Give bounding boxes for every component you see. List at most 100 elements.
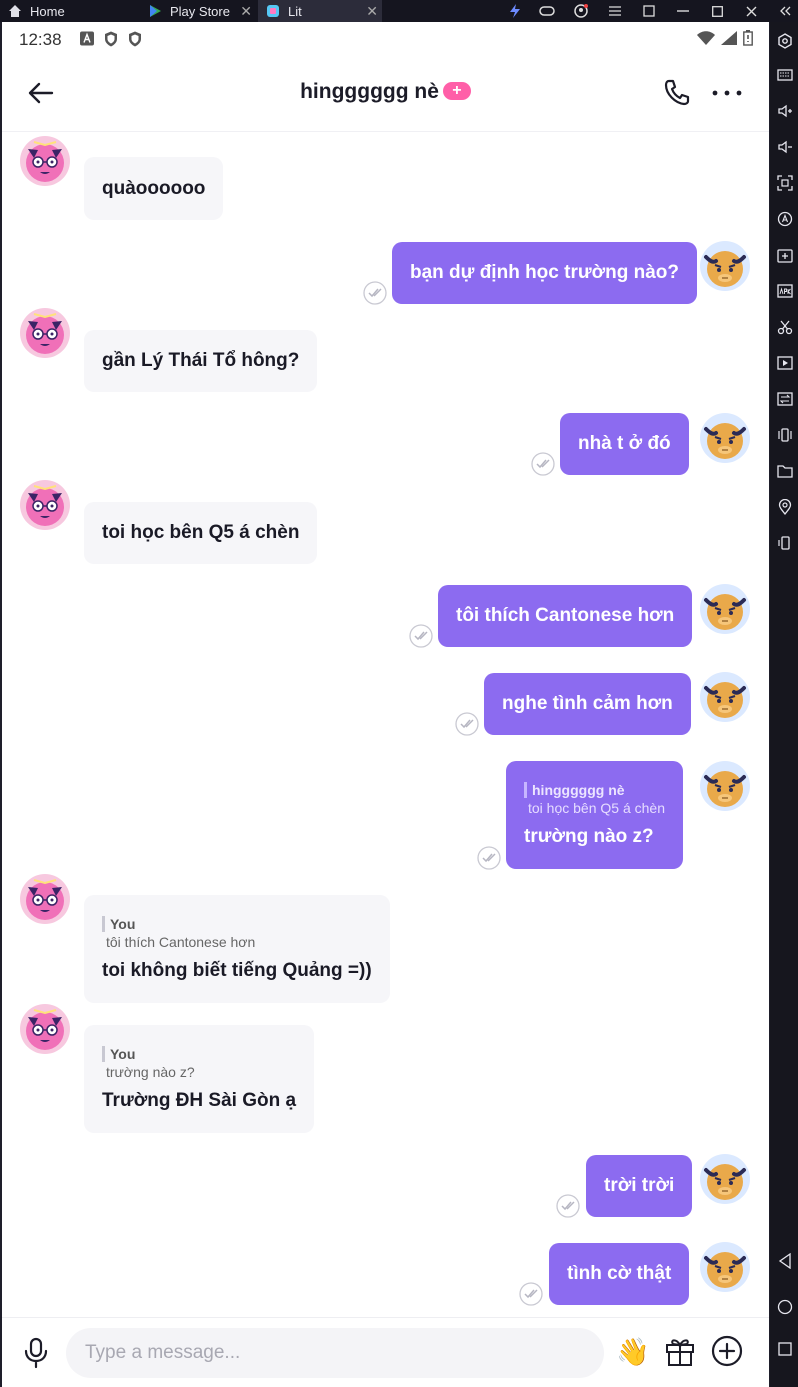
my-avatar[interactable] bbox=[700, 584, 750, 634]
message-bubble-outgoing[interactable]: tình cờ thật bbox=[549, 1243, 690, 1305]
message-bubble-incoming-reply[interactable]: You tôi thích Cantonese hơn toi không bi… bbox=[84, 895, 390, 1003]
chat-header: hingggggg nè + bbox=[2, 58, 769, 132]
quote-author: You bbox=[110, 1046, 136, 1062]
message-text: toi học bên Q5 á chèn bbox=[102, 522, 300, 543]
message-input[interactable] bbox=[66, 1328, 604, 1378]
restore-window-icon[interactable] bbox=[636, 0, 662, 22]
message-text: nhà t ở đó bbox=[578, 433, 671, 454]
collapse-sidebar-icon[interactable] bbox=[772, 0, 798, 22]
minimize-icon[interactable] bbox=[670, 0, 696, 22]
my-avatar[interactable] bbox=[700, 1242, 750, 1292]
shield-icon bbox=[104, 31, 118, 52]
apk-icon[interactable] bbox=[776, 282, 794, 300]
gamepad-icon[interactable] bbox=[534, 0, 560, 22]
close-window-icon[interactable] bbox=[738, 0, 764, 22]
message-composer: 👋 bbox=[2, 1317, 769, 1387]
location-icon[interactable] bbox=[776, 498, 794, 516]
install-apk-icon[interactable] bbox=[776, 246, 794, 264]
status-time: 12:38 bbox=[19, 30, 62, 49]
sync-icon[interactable] bbox=[776, 390, 794, 408]
maximize-icon[interactable] bbox=[704, 0, 730, 22]
scissors-icon[interactable] bbox=[776, 318, 794, 336]
close-tab-icon[interactable]: ✕ bbox=[366, 3, 378, 20]
play-store-icon bbox=[150, 5, 161, 17]
settings-icon[interactable] bbox=[776, 32, 794, 50]
message-bubble-incoming[interactable]: toi học bên Q5 á chèn bbox=[84, 502, 318, 564]
my-avatar[interactable] bbox=[700, 1154, 750, 1204]
shield-icon bbox=[128, 31, 142, 52]
quote-author: You bbox=[110, 916, 136, 932]
wifi-icon bbox=[697, 31, 715, 50]
message-bubble-outgoing[interactable]: nhà t ở đó bbox=[560, 413, 689, 475]
tab-label: Play Store bbox=[170, 3, 230, 19]
read-receipt-icon bbox=[477, 846, 501, 870]
rotate-icon[interactable] bbox=[776, 534, 794, 552]
battery-icon bbox=[743, 30, 753, 51]
nav-home-icon[interactable] bbox=[776, 1298, 794, 1316]
tab-label: Home bbox=[30, 3, 65, 19]
message-bubble-incoming-reply[interactable]: You trường nào z? Trường ĐH Sài Gòn ạ bbox=[84, 1025, 315, 1133]
message-bubble-outgoing[interactable]: tôi thích Cantonese hơn bbox=[438, 585, 693, 647]
menu-icon[interactable] bbox=[602, 0, 628, 22]
keyboard-icon[interactable] bbox=[776, 66, 794, 84]
auto-rotate-icon[interactable] bbox=[776, 210, 794, 228]
partner-avatar[interactable] bbox=[20, 1004, 70, 1054]
message-list[interactable]: quàoooooo bạn dự định học trường nào? gầ… bbox=[2, 132, 769, 1317]
more-options-button[interactable] bbox=[710, 76, 744, 110]
reply-quote[interactable]: You bbox=[102, 916, 372, 932]
message-bubble-incoming[interactable]: quàoooooo bbox=[84, 157, 224, 220]
reply-quote[interactable]: You bbox=[102, 1046, 296, 1062]
my-avatar[interactable] bbox=[700, 241, 750, 291]
voice-message-button[interactable] bbox=[20, 1336, 52, 1370]
notification-a-icon bbox=[80, 31, 94, 52]
tab-lit[interactable]: Lit ✕ bbox=[258, 0, 382, 22]
chat-title[interactable]: hingggggg nè bbox=[300, 80, 439, 103]
message-text: Trường ĐH Sài Gòn ạ bbox=[102, 1090, 297, 1111]
emulator-tab-bar: Home Play Store ✕ Lit ✕ bbox=[0, 0, 798, 22]
message-bubble-outgoing-reply[interactable]: hingggggg nè toi học bên Q5 á chèn trườn… bbox=[506, 761, 683, 869]
tab-play-store[interactable]: Play Store ✕ bbox=[140, 0, 256, 22]
message-bubble-incoming[interactable]: gần Lý Thái Tổ hông? bbox=[84, 330, 318, 392]
tab-label: Lit bbox=[288, 3, 302, 19]
fullscreen-icon[interactable] bbox=[776, 174, 794, 192]
partner-avatar[interactable] bbox=[20, 874, 70, 924]
close-tab-icon[interactable]: ✕ bbox=[240, 3, 252, 20]
tab-home[interactable]: Home bbox=[0, 0, 138, 22]
folder-icon[interactable] bbox=[776, 462, 794, 480]
read-receipt-icon bbox=[556, 1194, 580, 1218]
message-text: tôi thích Cantonese hơn bbox=[456, 605, 675, 626]
partner-avatar[interactable] bbox=[20, 136, 70, 186]
my-avatar[interactable] bbox=[700, 672, 750, 722]
partner-avatar[interactable] bbox=[20, 480, 70, 530]
shake-icon[interactable] bbox=[776, 426, 794, 444]
volume-down-icon[interactable] bbox=[776, 138, 794, 156]
account-icon[interactable] bbox=[568, 0, 594, 22]
read-receipt-icon bbox=[455, 712, 479, 736]
emulator-sidebar bbox=[770, 22, 798, 1387]
call-button[interactable] bbox=[662, 76, 692, 110]
wave-button[interactable]: 👋 bbox=[616, 1334, 650, 1370]
message-bubble-outgoing[interactable]: bạn dự định học trường nào? bbox=[392, 242, 697, 304]
reply-quote[interactable]: hingggggg nè bbox=[524, 782, 665, 798]
record-video-icon[interactable] bbox=[776, 354, 794, 372]
volume-up-icon[interactable] bbox=[776, 102, 794, 120]
quote-text: trường nào z? bbox=[106, 1064, 195, 1080]
message-bubble-outgoing[interactable]: nghe tình cảm hơn bbox=[484, 673, 691, 735]
phone-screen: 12:38 hingggggg nè + quàoooooo bạn dự đị… bbox=[2, 22, 769, 1387]
gift-button[interactable] bbox=[664, 1334, 696, 1368]
message-text: trường nào z? bbox=[524, 826, 654, 847]
my-avatar[interactable] bbox=[700, 761, 750, 811]
nav-back-icon[interactable] bbox=[776, 1252, 794, 1270]
message-bubble-outgoing[interactable]: trời trời bbox=[586, 1155, 693, 1217]
add-attachment-button[interactable] bbox=[710, 1334, 744, 1368]
message-text: tình cờ thật bbox=[567, 1263, 672, 1284]
partner-avatar[interactable] bbox=[20, 308, 70, 358]
message-text: toi không biết tiếng Quảng =)) bbox=[102, 960, 372, 981]
bolt-icon[interactable] bbox=[502, 0, 528, 22]
nav-recents-icon[interactable] bbox=[776, 1340, 794, 1358]
quote-text: toi học bên Q5 á chèn bbox=[528, 800, 665, 816]
lit-app-icon bbox=[267, 5, 279, 17]
signal-icon bbox=[721, 31, 737, 50]
my-avatar[interactable] bbox=[700, 413, 750, 463]
read-receipt-icon bbox=[363, 281, 387, 305]
